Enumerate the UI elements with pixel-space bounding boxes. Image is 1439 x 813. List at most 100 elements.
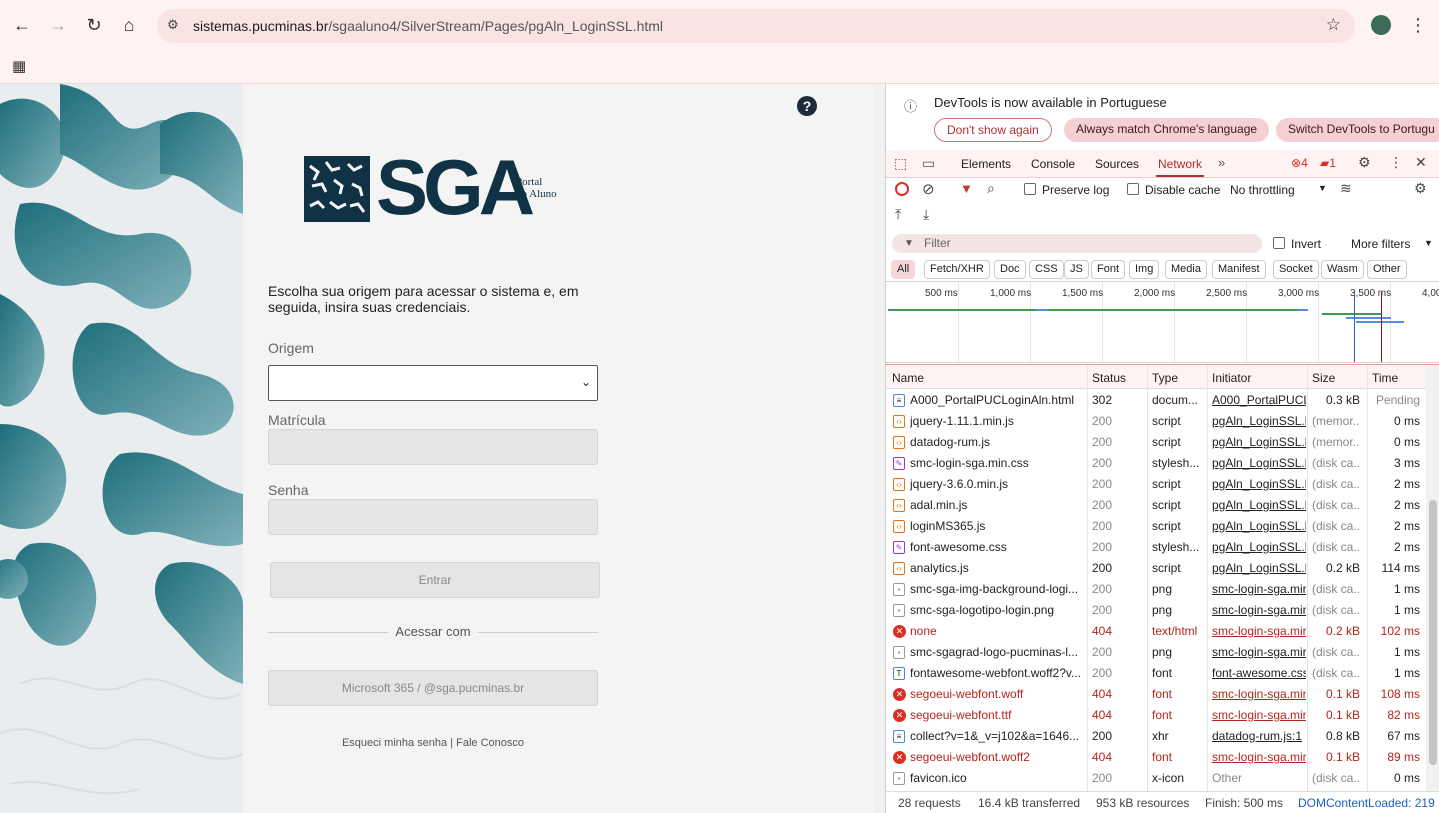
site-info-icon[interactable]: ⚙ <box>167 17 179 33</box>
col-initiator[interactable]: Initiator <box>1212 371 1251 385</box>
import-har-icon[interactable]: ⤒ <box>895 206 901 223</box>
table-row[interactable]: ✎ font-awesome.css 200 stylesh... pgAln_Logi… <box>886 537 1426 558</box>
apps-grid-icon[interactable]: ▦ <box>12 57 26 75</box>
home-icon[interactable]: ⌂ <box>116 12 142 38</box>
forgot-password-link[interactable]: Esqueci minha senha <box>342 737 447 749</box>
bookmark-star-icon[interactable]: ☆ <box>1326 15 1341 35</box>
cell-initiator[interactable]: pgAln_LoginSSL.h <box>1212 498 1306 512</box>
table-row[interactable]: ✕ segoeui-webfont.woff2 404 font smc-login-s… <box>886 747 1426 768</box>
switch-language-button[interactable]: Switch DevTools to Portugu <box>1276 118 1439 142</box>
cell-initiator[interactable]: font-awesome.css <box>1212 666 1306 680</box>
filter-funnel-icon[interactable]: ▼ <box>960 181 973 196</box>
col-name[interactable]: Name <box>892 371 924 385</box>
col-time[interactable]: Time <box>1372 371 1398 385</box>
invert-checkbox[interactable] <box>1273 237 1285 249</box>
table-row[interactable]: ✕ none 404 text/html smc-login-sga.mir 0.2 kB… <box>886 621 1426 642</box>
tab-network[interactable]: Network <box>1155 157 1205 177</box>
table-scrollbar[interactable] <box>1426 365 1439 791</box>
cell-initiator[interactable]: pgAln_LoginSSL.h <box>1212 477 1306 491</box>
cell-initiator[interactable]: A000_PortalPUCLo <box>1212 393 1306 407</box>
table-row[interactable]: Tfontawesome-webfont.woff2?v... 200 font fo… <box>886 663 1426 684</box>
chip-manifest[interactable]: Manifest <box>1212 260 1266 279</box>
table-row[interactable]: ‹› jquery-1.11.1.min.js 200 script pgAln_Log… <box>886 411 1426 432</box>
device-toolbar-icon[interactable]: ▭ <box>922 155 935 172</box>
disable-cache-checkbox[interactable] <box>1127 183 1139 195</box>
cell-initiator[interactable]: smc-login-sga.mir <box>1212 708 1306 722</box>
table-row[interactable]: ▪ favicon.ico 200 x-icon Other (disk ca... 0 m… <box>886 768 1426 789</box>
cell-initiator[interactable]: smc-login-sga.mir <box>1212 687 1306 701</box>
more-filters-dropdown[interactable]: More filters <box>1351 237 1410 251</box>
chip-all[interactable]: All <box>891 260 916 279</box>
table-row[interactable]: ▪ smc-sga-logotipo-login.png 200 png smc-log… <box>886 600 1426 621</box>
cell-initiator[interactable]: smc-login-sga.mir <box>1212 750 1306 764</box>
settings-gear-icon[interactable]: ⚙ <box>1358 154 1371 171</box>
table-row[interactable]: ✕ segoeui-webfont.woff 404 font smc-login-sg… <box>886 684 1426 705</box>
cell-initiator[interactable]: datadog-rum.js:1 <box>1212 729 1306 743</box>
search-icon[interactable]: ⌕ <box>987 180 995 197</box>
chip-fetch-xhr[interactable]: Fetch/XHR <box>924 260 990 279</box>
filter-input[interactable]: ▼ Filter <box>892 234 1262 253</box>
tab-console[interactable]: Console <box>1031 157 1075 171</box>
cell-initiator[interactable]: pgAln_LoginSSL.h <box>1212 519 1306 533</box>
matricula-input[interactable] <box>268 429 598 465</box>
table-row[interactable]: ✎ smc-login-sga.min.css 200 stylesh... pgAln… <box>886 453 1426 474</box>
issue-count-badge[interactable]: ▰1 <box>1320 156 1336 170</box>
chip-js[interactable]: JS <box>1064 260 1089 279</box>
tab-sources[interactable]: Sources <box>1095 157 1139 171</box>
kebab-menu-icon[interactable]: ⋮ <box>1405 12 1431 38</box>
chip-wasm[interactable]: Wasm <box>1321 260 1364 279</box>
chip-doc[interactable]: Doc <box>994 260 1026 279</box>
more-tabs-icon[interactable]: » <box>1218 155 1225 170</box>
throttling-select[interactable]: No throttling <box>1230 183 1295 197</box>
chip-media[interactable]: Media <box>1165 260 1207 279</box>
chip-img[interactable]: Img <box>1129 260 1160 279</box>
table-row[interactable]: ‹› loginMS365.js 200 script pgAln_LoginSSL.h… <box>886 516 1426 537</box>
col-type[interactable]: Type <box>1152 371 1178 385</box>
cell-initiator[interactable]: pgAln_LoginSSL.h <box>1212 414 1306 428</box>
table-row[interactable]: ‹› adal.min.js 200 script pgAln_LoginSSL.h (d… <box>886 495 1426 516</box>
table-row[interactable]: ≡ A000_PortalPUCLoginAln.html 302 docum... A… <box>886 390 1426 411</box>
network-settings-icon[interactable]: ⚙ <box>1414 180 1427 197</box>
table-row[interactable]: ▪ smc-sga-img-background-logi... 200 png smc… <box>886 579 1426 600</box>
chip-css[interactable]: CSS <box>1029 260 1064 279</box>
devtools-menu-icon[interactable]: ⋮ <box>1389 154 1403 171</box>
cell-initiator[interactable]: pgAln_LoginSSL.h <box>1212 561 1306 575</box>
microsoft-365-button[interactable]: Microsoft 365 / @sga.pucminas.br <box>268 670 598 706</box>
chip-other[interactable]: Other <box>1367 260 1407 279</box>
inspect-element-icon[interactable]: ⬚ <box>894 155 907 172</box>
address-bar[interactable]: ⚙ sistemas.pucminas.br/sgaaluno4/SilverS… <box>157 9 1355 43</box>
col-status[interactable]: Status <box>1092 371 1126 385</box>
cell-initiator[interactable]: pgAln_LoginSSL.h <box>1212 540 1306 554</box>
network-overview-timeline[interactable]: 500 ms 1,000 ms 1,500 ms 2,000 ms 2,500 … <box>886 281 1439 363</box>
cell-initiator[interactable]: smc-login-sga.mir <box>1212 645 1306 659</box>
cell-initiator[interactable]: pgAln_LoginSSL.h <box>1212 435 1306 449</box>
profile-avatar[interactable] <box>1371 15 1391 35</box>
scrollbar-thumb[interactable] <box>1429 500 1437 765</box>
entrar-button[interactable]: Entrar <box>270 562 600 598</box>
cell-initiator[interactable]: smc-login-sga.mir <box>1212 603 1306 617</box>
chip-font[interactable]: Font <box>1091 260 1126 279</box>
clear-icon[interactable]: ⊘ <box>922 180 935 198</box>
back-arrow-icon[interactable]: ← <box>9 12 35 38</box>
origem-select[interactable]: ⌄ <box>268 365 598 401</box>
table-row[interactable]: ✕ segoeui-webfont.ttf 404 font smc-login-sga… <box>886 705 1426 726</box>
table-row[interactable]: ‹› datadog-rum.js 200 script pgAln_LoginSSL.… <box>886 432 1426 453</box>
table-row[interactable]: ≡ collect?v=1&_v=j102&a=1646... 200 xhr data… <box>886 726 1426 747</box>
tab-elements[interactable]: Elements <box>961 157 1011 171</box>
error-count-badge[interactable]: ⊗4 <box>1291 156 1308 170</box>
help-icon[interactable]: ? <box>797 96 817 116</box>
cell-initiator[interactable]: pgAln_LoginSSL.h <box>1212 456 1306 470</box>
cell-initiator[interactable]: smc-login-sga.mir <box>1212 624 1306 638</box>
forward-arrow-icon[interactable]: → <box>45 12 71 38</box>
record-stop-icon[interactable] <box>895 182 909 196</box>
reload-icon[interactable]: ↻ <box>81 12 107 38</box>
network-conditions-icon[interactable]: ≋ <box>1340 180 1352 197</box>
match-language-button[interactable]: Always match Chrome's language <box>1064 118 1270 142</box>
col-size[interactable]: Size <box>1312 371 1335 385</box>
table-row[interactable]: ‹› analytics.js 200 script pgAln_LoginSSL.h 0… <box>886 558 1426 579</box>
cell-initiator[interactable]: smc-login-sga.mir <box>1212 582 1306 596</box>
export-har-icon[interactable]: ⤓ <box>923 206 929 223</box>
chip-socket[interactable]: Socket <box>1273 260 1319 279</box>
contact-link[interactable]: Fale Conosco <box>456 737 524 749</box>
table-row[interactable]: ▪ smc-sgagrad-logo-pucminas-l... 200 png smc… <box>886 642 1426 663</box>
